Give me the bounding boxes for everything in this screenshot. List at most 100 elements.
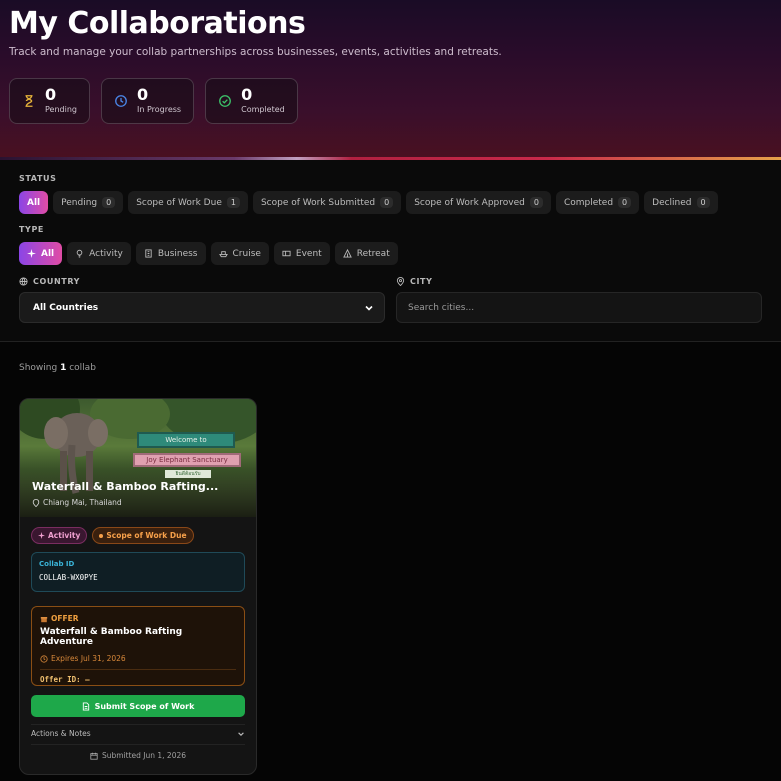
results-number: 1 — [60, 363, 67, 373]
chip-count: 1 — [226, 197, 240, 208]
chevron-down-icon — [238, 731, 244, 736]
collab-card-title[interactable]: Waterfall & Bamboo Rafting... — [32, 480, 218, 493]
hourglass-icon — [25, 94, 33, 107]
type-chip-activity[interactable]: Activity — [67, 242, 131, 265]
stat-pending: 0 Pending — [9, 77, 90, 124]
city-label: CITY — [410, 277, 433, 286]
country-select[interactable]: All Countries — [19, 292, 385, 323]
chip-count: 0 — [618, 197, 632, 208]
chip-label: Event — [295, 248, 322, 259]
calendar-icon — [90, 752, 98, 760]
stat-label: Completed — [241, 105, 285, 114]
submit-scope-label: Submit Scope of Work — [94, 701, 195, 711]
hero-divider — [0, 157, 781, 160]
country-select-value: All Countries — [33, 302, 99, 313]
submitted-date: Submitted Jun 1, 2026 — [31, 751, 245, 760]
stat-value: 0 — [45, 85, 57, 104]
chip-label: Cruise — [232, 248, 261, 259]
document-icon — [82, 701, 89, 711]
chip-count: 0 — [102, 197, 116, 208]
type-chip-retreat[interactable]: Retreat — [334, 242, 398, 265]
chip-count: 0 — [696, 197, 710, 208]
chip-label: Completed — [563, 197, 614, 208]
collab-id-label: Collab ID — [39, 560, 75, 568]
globe-icon — [19, 277, 28, 286]
status-chips: All Pending 0 Scope of Work Due 1 Scope of… — [19, 191, 762, 214]
collab-card-location: Chiang Mai, Thailand — [32, 498, 122, 507]
tent-icon — [342, 249, 352, 258]
offer-divider — [40, 669, 236, 670]
filters-panel: STATUS All Pending 0 Scope of Work Due 1 S… — [0, 160, 781, 342]
location-text: Chiang Mai, Thailand — [43, 498, 122, 507]
city-placeholder: Search cities... — [408, 302, 475, 313]
location-filters: COUNTRY All Countries CITY Search cities… — [19, 277, 762, 323]
map-pin-icon — [396, 277, 405, 286]
actions-notes-toggle[interactable]: Actions & Notes — [31, 724, 245, 745]
submit-scope-button[interactable]: Submit Scope of Work — [31, 695, 245, 717]
type-chip-all[interactable]: All — [19, 242, 63, 265]
image-sign-welcome: Welcome to — [137, 432, 235, 448]
image-sign-thai: ยินดีต้อนรับ — [165, 470, 211, 478]
gift-icon — [40, 616, 48, 622]
status-chip-scope-due[interactable]: Scope of Work Due 1 — [128, 191, 248, 214]
status-chip-scope-approved[interactable]: Scope of Work Approved 0 — [406, 191, 551, 214]
type-badge: Activity — [31, 527, 88, 544]
collab-card-image: Welcome to Joy Elephant Sanctuary ยินดีต… — [20, 399, 256, 517]
results-prefix: Showing — [19, 363, 58, 373]
collab-id-box: Collab ID COLLAB-WX0PYE — [31, 552, 245, 592]
type-chip-business[interactable]: Business — [135, 242, 206, 265]
status-chip-all[interactable]: All — [19, 191, 49, 214]
chip-label: Scope of Work Approved — [414, 197, 525, 208]
collab-id-value[interactable]: COLLAB-WX0PYE — [39, 573, 237, 582]
city-search-input[interactable]: Search cities... — [396, 292, 762, 323]
country-label-row: COUNTRY — [19, 277, 385, 286]
results-suffix: collab — [69, 363, 96, 373]
country-filter: COUNTRY All Countries — [19, 277, 385, 323]
chip-label: All — [41, 248, 55, 259]
status-chip-completed[interactable]: Completed 0 — [555, 191, 640, 214]
collab-card[interactable]: Welcome to Joy Elephant Sanctuary ยินดีต… — [19, 398, 257, 775]
chip-label: Activity — [89, 248, 123, 259]
offer-tag-label: OFFER — [51, 614, 79, 623]
check-circle-icon — [219, 94, 232, 107]
chip-count: 0 — [529, 197, 543, 208]
stat-in-progress: 0 In Progress — [100, 77, 195, 124]
type-badge-label: Activity — [48, 531, 81, 540]
offer-expiry-text: Expires Jul 31, 2026 — [51, 654, 126, 663]
status-chip-pending[interactable]: Pending 0 — [53, 191, 124, 214]
status-label: STATUS — [19, 174, 57, 183]
offer-tag: OFFER — [40, 614, 236, 623]
chip-label: Pending — [61, 197, 98, 208]
chip-label: Business — [157, 248, 198, 259]
offer-title: Waterfall & Bamboo Rafting Adventure — [40, 627, 183, 647]
status-badge: Scope of Work Due — [92, 527, 194, 544]
type-chips: All Activity Business Cruise Event Retre… — [19, 242, 762, 265]
stat-value: 0 — [241, 85, 253, 104]
city-label-row: CITY — [396, 277, 762, 286]
page-title: My Collaborations — [9, 6, 306, 41]
sparkle-icon — [27, 249, 36, 258]
chip-label: Declined — [652, 197, 692, 208]
stat-label: In Progress — [136, 105, 182, 114]
stat-label: Pending — [45, 105, 77, 114]
status-chip-declined[interactable]: Declined 0 — [644, 191, 718, 214]
chip-label: All — [27, 197, 41, 208]
actions-notes-label: Actions & Notes — [31, 729, 91, 738]
building-icon — [145, 249, 152, 258]
page-subtitle: Track and manage your collab partnership… — [9, 45, 502, 58]
collab-card-body: Activity Scope of Work Due Collab ID COL… — [20, 517, 256, 770]
offer-box: OFFER Waterfall & Bamboo Rafting Adventu… — [31, 606, 245, 686]
lightbulb-icon — [76, 249, 83, 258]
chip-label: Scope of Work Due — [136, 197, 222, 208]
chip-label: Retreat — [356, 248, 390, 259]
sparkle-icon — [38, 532, 45, 539]
card-badges: Activity Scope of Work Due — [31, 527, 245, 544]
stats-row: 0 Pending 0 In Progress 0 Completed — [9, 77, 772, 124]
results-count: Showing 1 collab — [0, 342, 781, 373]
type-chip-cruise[interactable]: Cruise — [210, 242, 269, 265]
type-chip-event[interactable]: Event — [273, 242, 330, 265]
status-badge-label: Scope of Work Due — [106, 531, 187, 540]
ship-icon — [218, 251, 228, 258]
chip-count: 0 — [380, 197, 394, 208]
status-chip-scope-submitted[interactable]: Scope of Work Submitted 0 — [252, 191, 402, 214]
